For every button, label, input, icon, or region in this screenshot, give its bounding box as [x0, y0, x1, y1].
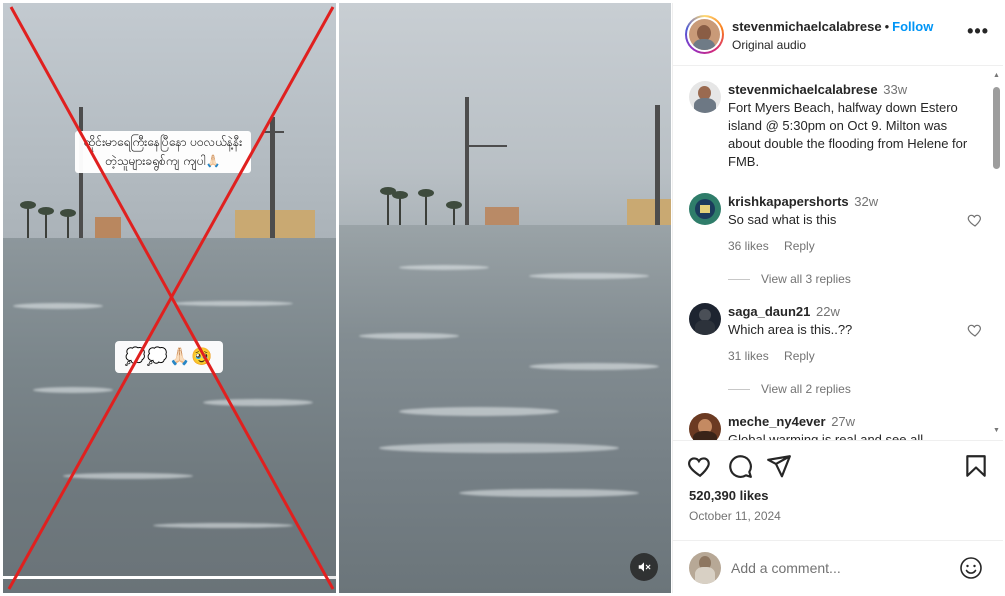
likes-count[interactable]: 520,390 likes — [689, 488, 769, 503]
speaker-muted-icon — [638, 562, 651, 572]
post-video[interactable] — [339, 3, 671, 593]
avatar[interactable] — [689, 303, 721, 335]
comment-text: Fort Myers Beach, halfway down Estero is… — [728, 100, 968, 169]
palm-tree — [38, 207, 54, 241]
water-foam — [63, 473, 193, 479]
post-actions — [673, 453, 1003, 483]
water-foam — [153, 523, 293, 528]
video-progress-bar[interactable] — [3, 576, 336, 579]
view-replies-label: View all 2 replies — [761, 382, 851, 396]
author-username[interactable]: stevenmichaelcalabrese — [732, 19, 882, 34]
water-foam — [529, 273, 649, 279]
overlay-emoji-sticker: 💭💭🙏🏻🥹 — [115, 341, 223, 373]
comment-time[interactable]: 22w — [816, 304, 840, 319]
water-foam — [203, 399, 313, 406]
post-header: stevenmichaelcalabrese • Follow Original a… — [673, 3, 1003, 66]
utility-pole — [79, 107, 83, 247]
add-comment-input[interactable] — [731, 555, 941, 581]
comment-username[interactable]: krishkapapershorts — [728, 194, 849, 209]
palm-tree — [418, 189, 434, 229]
comment-meta: 31 likes Reply — [728, 349, 827, 363]
send-icon[interactable] — [766, 453, 792, 479]
avatar[interactable] — [689, 413, 721, 440]
comment-time[interactable]: 27w — [831, 414, 855, 429]
water-foam — [379, 443, 619, 453]
comment-time[interactable]: 33w — [883, 82, 907, 97]
scroll-down-arrow-icon[interactable]: ▼ — [992, 426, 1001, 435]
comments-scrollbar[interactable]: ▲ ▼ — [992, 71, 1001, 435]
water-foam — [13, 303, 103, 309]
palm-tree — [380, 187, 396, 229]
water-foam — [399, 265, 489, 270]
flood-water — [3, 238, 336, 593]
comment-text: Which area is this..?? — [728, 322, 853, 337]
palm-tree — [20, 201, 36, 241]
view-replies-label: View all 3 replies — [761, 272, 851, 286]
reply-button[interactable]: Reply — [784, 239, 815, 253]
video-progress-fill — [3, 576, 330, 579]
like-comment-heart-icon[interactable] — [967, 322, 983, 338]
current-user-avatar — [689, 552, 721, 584]
water-foam — [399, 407, 559, 416]
water-foam — [529, 363, 659, 370]
comment-meta: 36 likes Reply — [728, 239, 827, 253]
comment-time[interactable]: 32w — [854, 194, 878, 209]
crossed-out-video-frame: ထိုင်းမာရေကြီးနေပြီနော ပဝလယ်နဲ့နီးတဲ့သူမ… — [3, 3, 336, 593]
comment-icon[interactable] — [727, 453, 753, 479]
scroll-up-arrow-icon[interactable]: ▲ — [992, 71, 1001, 80]
divider — [728, 278, 750, 280]
post-sidebar: stevenmichaelcalabrese • Follow Original a… — [672, 3, 1003, 593]
comment-body: stevenmichaelcalabrese 33w Fort Myers Be… — [728, 81, 976, 171]
water-foam — [459, 489, 639, 497]
separator-dot: • — [884, 19, 890, 34]
post-date[interactable]: October 11, 2024 — [689, 509, 781, 523]
header-line: stevenmichaelcalabrese • Follow — [732, 19, 933, 34]
more-options-icon[interactable]: ••• — [967, 21, 989, 42]
comment-body: saga_daun21 22w Which area is this..?? — [728, 303, 976, 339]
smiley-icon[interactable] — [959, 556, 983, 580]
comment-username[interactable]: saga_daun21 — [728, 304, 810, 319]
view-replies-button[interactable]: View all 2 replies — [728, 382, 851, 396]
divider — [728, 388, 750, 390]
avatar[interactable] — [689, 193, 721, 225]
utility-pole — [465, 97, 469, 237]
author-avatar[interactable] — [685, 15, 724, 54]
mute-button[interactable] — [630, 553, 658, 581]
comment-likes[interactable]: 31 likes — [728, 349, 769, 363]
utility-pole — [467, 145, 507, 147]
comment-username[interactable]: stevenmichaelcalabrese — [728, 82, 878, 97]
comments-list[interactable]: stevenmichaelcalabrese 33w Fort Myers Be… — [673, 67, 1003, 441]
comment-likes[interactable]: 36 likes — [728, 239, 769, 253]
original-audio-link[interactable]: Original audio — [732, 38, 806, 52]
reply-button[interactable]: Reply — [784, 349, 815, 363]
like-comment-heart-icon[interactable] — [967, 212, 983, 228]
water-foam — [33, 387, 113, 393]
comment-body: krishkapapershorts 32w So sad what is th… — [728, 193, 976, 229]
comment-text: So sad what is this — [728, 212, 837, 227]
overlay-caption: ထိုင်းမာရေကြီးနေပြီနော ပဝလယ်နဲ့နီးတဲ့သူမ… — [75, 131, 251, 173]
add-comment-bar — [673, 540, 1003, 593]
bookmark-icon[interactable] — [963, 453, 989, 479]
scroll-thumb[interactable] — [993, 87, 1000, 169]
water-foam — [359, 333, 459, 339]
heart-icon[interactable] — [687, 453, 713, 479]
view-replies-button[interactable]: View all 3 replies — [728, 272, 851, 286]
utility-pole — [264, 131, 284, 133]
comment-body: meche_ny4ever 27w Global warming is real… — [728, 413, 976, 441]
water-foam — [173, 301, 293, 306]
comment-text: Global warming is real and see all — [728, 432, 924, 441]
avatar[interactable] — [689, 81, 721, 113]
follow-button[interactable]: Follow — [892, 19, 933, 34]
comment-username[interactable]: meche_ny4ever — [728, 414, 826, 429]
